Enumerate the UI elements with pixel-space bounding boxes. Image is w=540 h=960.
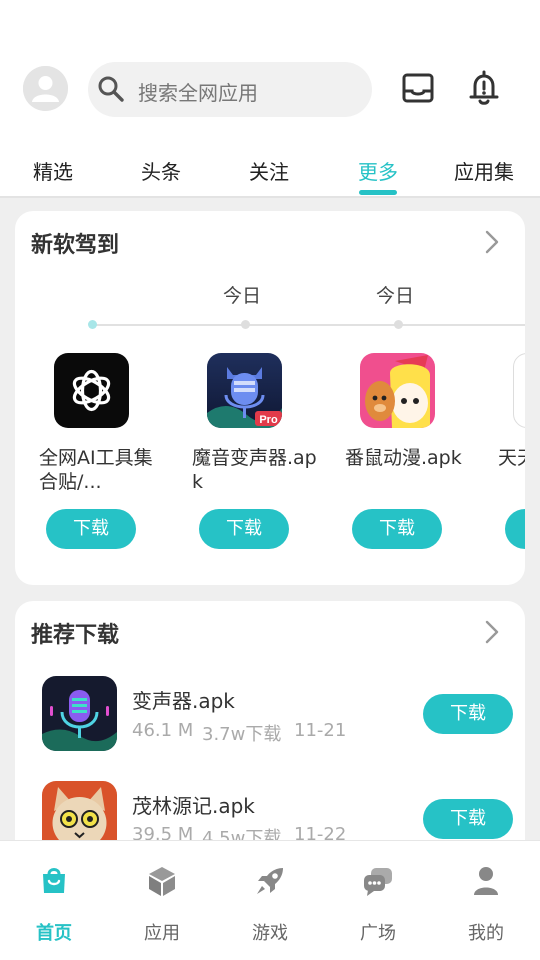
tab-following[interactable]: 关注 (249, 156, 289, 185)
app-date: 11-21 (294, 720, 347, 741)
chat-bubbles-icon (362, 865, 394, 897)
person-icon (470, 865, 502, 897)
tab-headlines[interactable]: 头条 (141, 156, 181, 185)
app-name[interactable]: 魔音变声器.apk (192, 446, 318, 494)
download-button[interactable]: 下载 (423, 799, 513, 839)
nav-label: 广场 (360, 923, 396, 944)
timeline-label: 今日 (376, 285, 415, 307)
inbox-icon[interactable] (400, 70, 436, 106)
nav-label: 应用 (144, 923, 180, 944)
app-name[interactable]: 全网AI工具集合贴/... (39, 446, 165, 494)
app-name[interactable]: 番鼠动漫.apk (345, 446, 471, 494)
tab-bar: 精选 头条 关注 更多 应用集 (0, 150, 540, 196)
chevron-right-icon[interactable] (483, 619, 501, 645)
search-bar[interactable]: 搜索全网应用 (88, 62, 372, 117)
cube-icon (146, 865, 178, 897)
user-avatar-icon[interactable] (23, 66, 68, 111)
timeline-dot (241, 320, 250, 329)
bell-alert-icon[interactable] (466, 70, 502, 106)
nav-apps[interactable]: 应用 (108, 841, 216, 960)
search-placeholder: 搜索全网应用 (138, 81, 258, 105)
timeline-line (92, 324, 525, 326)
app-size: 46.1 M (132, 720, 194, 741)
active-tab-indicator (359, 190, 397, 195)
recommended-card: 推荐下载 变声器.apk 46.1 M 3.7w下载 11-21 下载 茂林源记… (15, 601, 525, 861)
nav-square[interactable]: 广场 (324, 841, 432, 960)
app-name[interactable]: 变声器.apk (132, 685, 235, 714)
app-name[interactable]: 天天听. (498, 446, 525, 494)
tabs-divider (0, 196, 540, 198)
voice-changer-pro-icon[interactable]: Pro (207, 353, 282, 428)
chevron-right-icon[interactable] (483, 229, 501, 255)
recommended-title: 推荐下载 (31, 623, 120, 648)
app-name[interactable]: 茂林源记.apk (132, 790, 255, 819)
svg-text:Pro: Pro (259, 414, 278, 426)
timeline-dot (88, 320, 97, 329)
new-apps-title: 新软驾到 (31, 233, 120, 258)
nav-home[interactable]: 首页 (0, 841, 108, 960)
download-button[interactable]: 下载 (46, 509, 136, 549)
search-icon (98, 76, 124, 102)
nav-label: 首页 (36, 923, 72, 944)
home-bag-icon (38, 865, 70, 897)
app-downloads: 3.7w下载 (202, 724, 282, 745)
nav-me[interactable]: 我的 (432, 841, 540, 960)
download-button[interactable]: 下载 (199, 509, 289, 549)
new-apps-card: 新软驾到 今日 今日 全网AI工具集合贴/... 下载 Pro 魔音变声器.ap… (15, 211, 525, 585)
openai-icon[interactable] (54, 353, 129, 428)
partial-app-icon[interactable] (513, 353, 525, 428)
download-button[interactable]: 下载 (352, 509, 442, 549)
rocket-icon (254, 865, 286, 897)
bottom-navigation: 首页 应用 游戏 广场 我的 (0, 840, 540, 960)
timeline-dot (394, 320, 403, 329)
download-button[interactable]: 下载 (423, 694, 513, 734)
tab-more[interactable]: 更多 (358, 156, 398, 185)
top-bar: 搜索全网应用 精选 头条 关注 更多 应用集 (0, 0, 540, 196)
nav-label: 游戏 (252, 923, 288, 944)
timeline-label: 今日 (223, 285, 262, 307)
nav-games[interactable]: 游戏 (216, 841, 324, 960)
tab-app-collections[interactable]: 应用集 (454, 156, 514, 185)
tab-featured[interactable]: 精选 (33, 156, 73, 185)
download-button[interactable]: 下 (505, 509, 525, 549)
microphone-app-icon[interactable] (42, 676, 117, 751)
nav-label: 我的 (468, 923, 504, 944)
anime-app-icon[interactable] (360, 353, 435, 428)
